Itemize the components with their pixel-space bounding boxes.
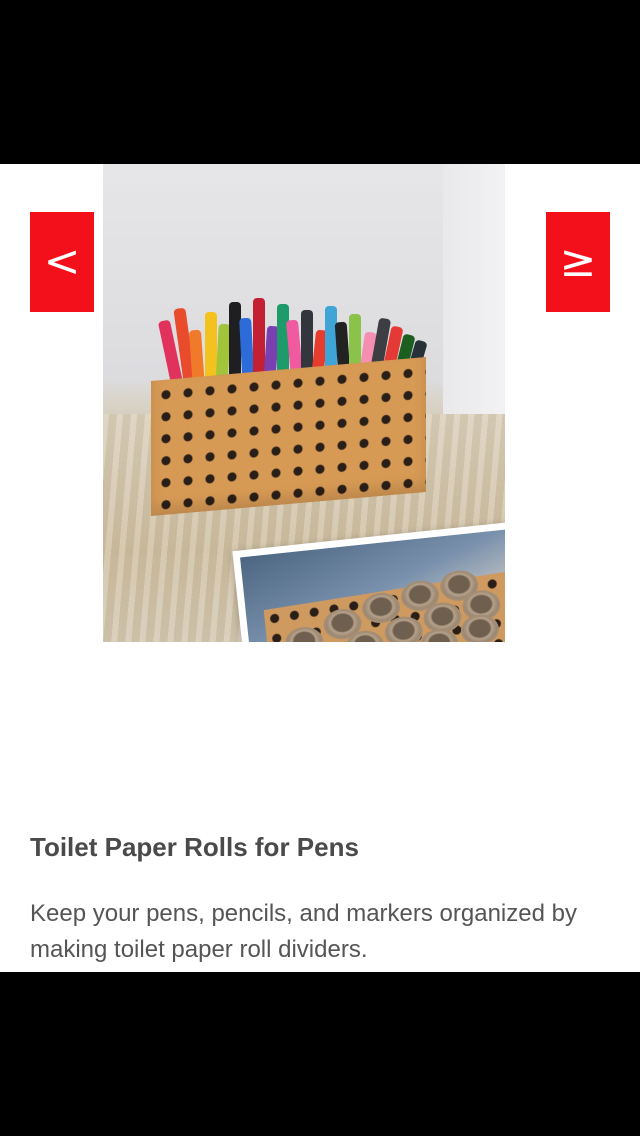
bottom-black-bar bbox=[0, 972, 640, 1136]
previous-button[interactable]: < bbox=[30, 212, 94, 312]
article-title: Toilet Paper Rolls for Pens bbox=[30, 832, 359, 862]
top-black-bar bbox=[0, 0, 640, 164]
next-button[interactable]: ≥ bbox=[546, 212, 610, 312]
toilet-paper-rolls bbox=[280, 565, 505, 642]
article-description: Keep your pens, pencils, and markers org… bbox=[30, 900, 577, 963]
polka-dot-box bbox=[151, 356, 426, 517]
photo-wall bbox=[443, 164, 505, 424]
content-area: < ≥ Toilet Paper Rolls for Pens Keep you… bbox=[0, 164, 640, 972]
main-photo bbox=[103, 164, 505, 642]
